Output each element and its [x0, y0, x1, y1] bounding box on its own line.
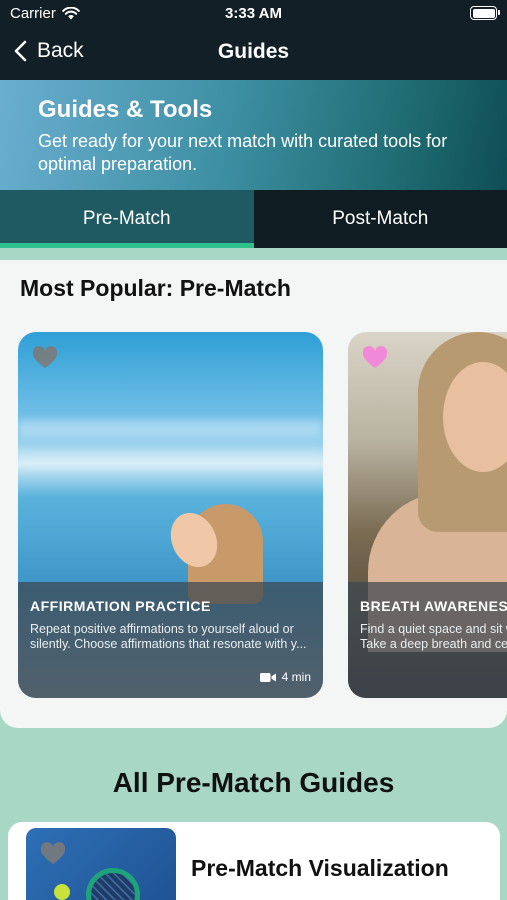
- tennis-ball: [54, 884, 70, 900]
- guide-thumbnail: [26, 828, 176, 900]
- navigation-bar: Back Guides: [0, 30, 507, 74]
- guide-title: Pre-Match Visualization: [191, 855, 449, 881]
- card-duration: 4 min: [259, 670, 311, 684]
- hero-banner: Guides & Tools Get ready for your next m…: [0, 80, 507, 190]
- card-info: AFFIRMATION PRACTICE Repeat positive aff…: [18, 582, 323, 698]
- most-popular-section: Most Popular: Pre-Match AFFIRMATION PRAC…: [0, 260, 507, 728]
- tab-bar: Pre-Match Post-Match: [0, 190, 507, 248]
- heart-icon[interactable]: [32, 346, 58, 370]
- guide-card[interactable]: BREATH AWARENESS Find a quiet space and …: [348, 332, 507, 698]
- wave-decoration: [18, 452, 323, 470]
- section-heading: Most Popular: Pre-Match: [20, 275, 291, 301]
- card-title: BREATH AWARENESS: [360, 598, 507, 614]
- card-description: Repeat positive affirmations to yourself…: [30, 622, 307, 651]
- battery-icon: [470, 6, 500, 20]
- hero-title: Guides & Tools: [38, 96, 213, 123]
- tennis-racket: [86, 868, 140, 900]
- heart-icon[interactable]: [362, 346, 388, 370]
- tab-pre-match[interactable]: Pre-Match: [0, 190, 254, 248]
- video-camera-icon: [259, 672, 276, 682]
- card-title: AFFIRMATION PRACTICE: [30, 598, 211, 614]
- card-description: Find a quiet space and sit with your eye…: [360, 622, 507, 651]
- hero-subtitle: Get ready for your next match with curat…: [38, 131, 448, 174]
- guide-card[interactable]: AFFIRMATION PRACTICE Repeat positive aff…: [18, 332, 323, 698]
- status-time: 3:33 AM: [225, 5, 282, 22]
- top-bar: Carrier 3:33 AM Back Guides: [0, 0, 507, 80]
- card-info: BREATH AWARENESS Find a quiet space and …: [348, 582, 507, 698]
- duration-label: 4 min: [281, 670, 311, 684]
- status-bar: Carrier 3:33 AM: [0, 0, 507, 28]
- wave-decoration: [18, 420, 323, 438]
- guide-list-item[interactable]: Pre-Match Visualization: [8, 822, 500, 900]
- tab-post-match[interactable]: Post-Match: [253, 190, 507, 248]
- page-title: Guides: [217, 40, 290, 63]
- heart-icon[interactable]: [40, 842, 66, 866]
- all-guides-heading: All Pre-Match Guides: [112, 767, 395, 798]
